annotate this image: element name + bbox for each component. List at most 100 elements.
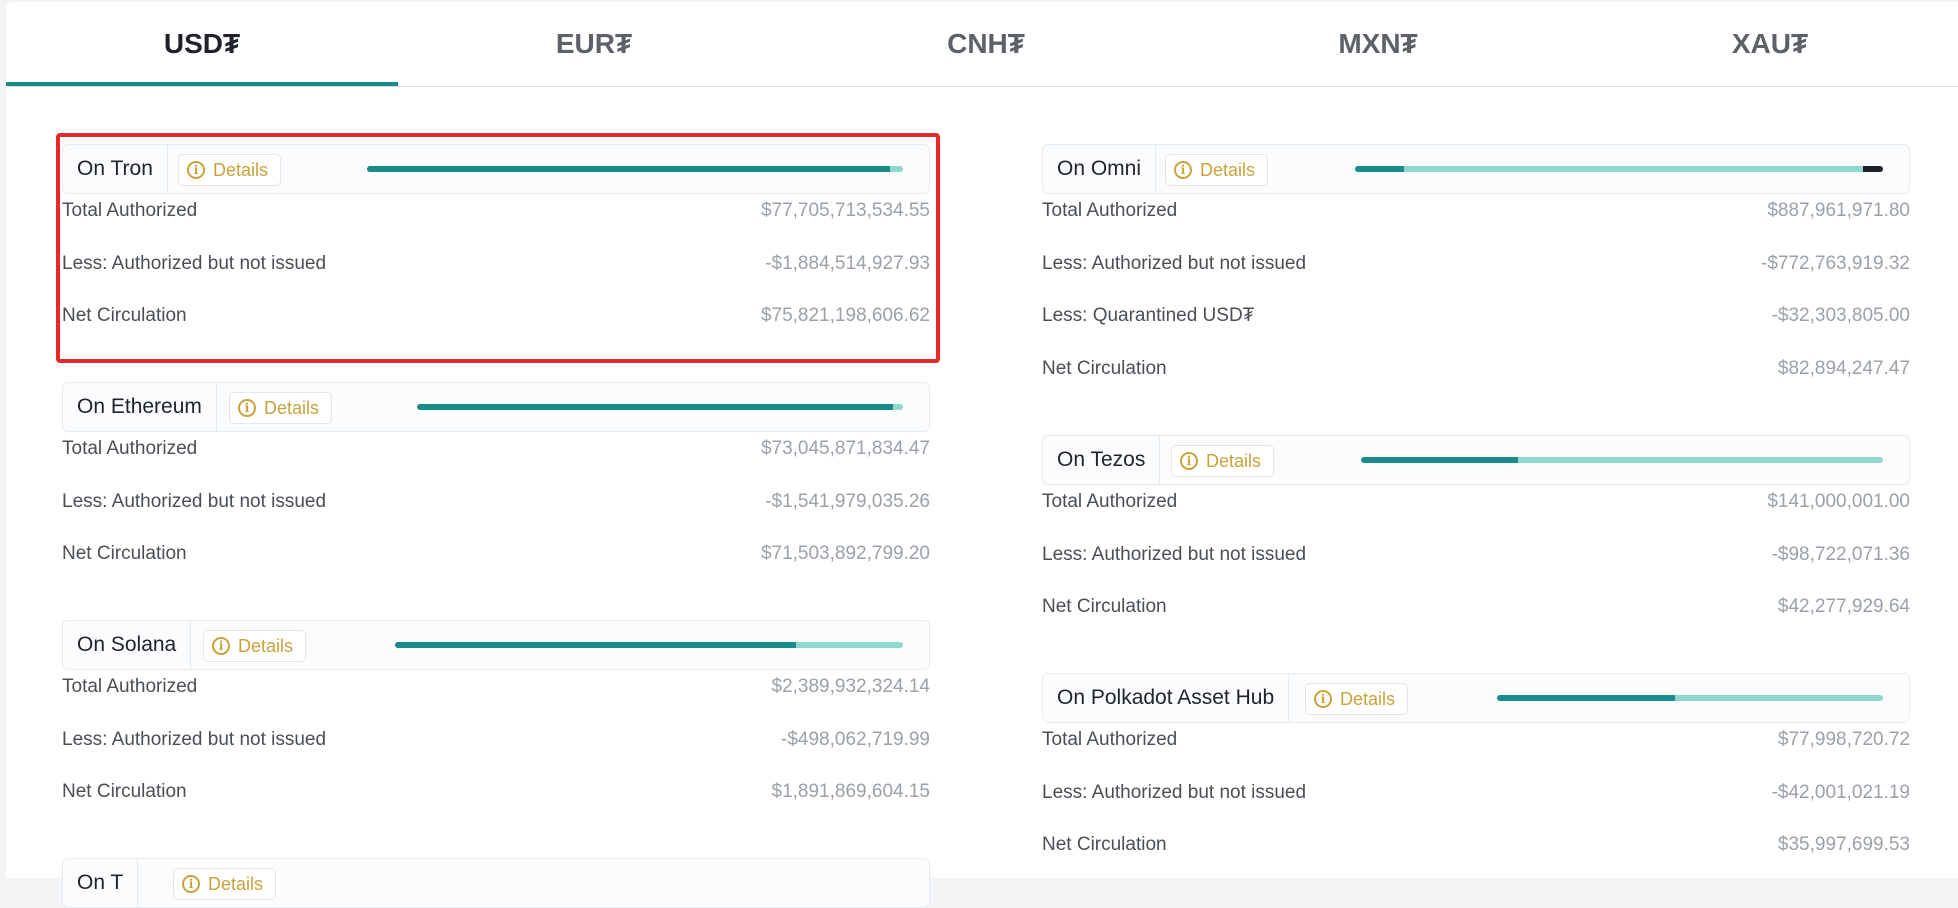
distribution-bar: [1355, 166, 1883, 172]
chain-name: On Ethereum: [63, 383, 217, 431]
chain-header: On Polkadot Asset Hub i Details: [1042, 673, 1910, 723]
amount-row: Less: Authorized but not issued -$498,062…: [62, 725, 930, 755]
unissued-segment: [796, 642, 903, 648]
amount-row: Less: Authorized but not issued -$1,541,9…: [62, 487, 930, 517]
amount-label: Less: Quarantined USD₮: [1042, 305, 1255, 326]
active-tab-indicator: [6, 82, 398, 86]
amount-value: $77,998,720.72: [1777, 729, 1910, 750]
amount-value: $71,503,892,799.20: [760, 543, 930, 564]
details-button[interactable]: i Details: [1165, 154, 1269, 186]
chain-header: On Ethereum i Details: [62, 382, 930, 432]
unissued-segment: [1404, 166, 1864, 172]
amount-label: Net Circulation: [1042, 834, 1167, 855]
details-label: Details: [264, 397, 320, 418]
amount-label: Less: Authorized but not issued: [62, 728, 327, 750]
amount-label: Net Circulation: [1042, 596, 1167, 617]
amount-label: Total Authorized: [1042, 729, 1178, 750]
amount-value: $73,045,871,834.47: [760, 438, 930, 459]
amount-label: Total Authorized: [1042, 200, 1178, 221]
amount-label: Net Circulation: [62, 781, 187, 802]
circulating-segment: [1355, 166, 1405, 172]
amount-row: Net Circulation $35,997,699.53: [1042, 830, 1910, 860]
chain-header: On Tezos i Details: [1042, 435, 1910, 485]
amount-row: Less: Quarantined USD₮ -$32,303,805.00: [1042, 301, 1910, 331]
info-icon: i: [1314, 690, 1332, 708]
amount-value: -$42,001,021.19: [1771, 781, 1910, 803]
amount-value: -$1,541,979,035.26: [765, 490, 930, 512]
amount-value: $42,277,929.64: [1777, 596, 1910, 617]
details-label: Details: [1206, 450, 1262, 471]
amount-value: -$772,763,919.32: [1761, 252, 1910, 274]
info-icon: i: [212, 637, 230, 655]
amount-value: -$498,062,719.99: [781, 728, 930, 750]
highlight-box: [56, 133, 940, 363]
info-icon: i: [238, 399, 256, 417]
amount-label: Total Authorized: [62, 676, 198, 697]
details-label: Details: [238, 635, 294, 656]
chain-name: On Polkadot Asset Hub: [1043, 674, 1290, 722]
chain-name: On Omni: [1043, 145, 1157, 193]
amount-label: Less: Authorized but not issued: [1042, 781, 1307, 803]
chain-name: On T: [63, 859, 139, 907]
info-icon: i: [1180, 452, 1198, 470]
amount-row: Total Authorized $77,998,720.72: [1042, 725, 1910, 755]
chain-name: On Tezos: [1043, 436, 1161, 484]
quarantined-segment: [1863, 166, 1883, 172]
amount-label: Less: Authorized but not issued: [1042, 543, 1307, 565]
amount-value: -$32,303,805.00: [1771, 305, 1910, 326]
amount-row: Total Authorized $2,389,932,324.14: [62, 672, 930, 702]
circulating-segment: [1361, 457, 1518, 463]
amount-value: $887,961,971.80: [1767, 200, 1910, 221]
chain-header: On Solana i Details: [62, 620, 930, 670]
unissued-segment: [1674, 695, 1883, 701]
unissued-segment: [1517, 457, 1883, 463]
distribution-bar: [417, 404, 903, 410]
chain-header: On T i Details: [62, 858, 930, 908]
amount-label: Less: Authorized but not issued: [1042, 252, 1307, 274]
amount-label: Net Circulation: [62, 543, 187, 564]
details-label: Details: [1340, 688, 1396, 709]
amount-row: Total Authorized $73,045,871,834.47: [62, 434, 930, 464]
chain-header: On Omni i Details: [1042, 144, 1910, 194]
tab-mxnt[interactable]: MXN₮: [1182, 2, 1574, 86]
tab-usdt[interactable]: USD₮: [6, 2, 398, 86]
amount-value: $1,891,869,604.15: [771, 781, 931, 802]
circulating-segment: [395, 642, 797, 648]
details-button[interactable]: i Details: [1171, 445, 1275, 477]
amount-value: $35,997,699.53: [1777, 834, 1910, 855]
amount-value: $82,894,247.47: [1777, 357, 1910, 379]
tab-cnht[interactable]: CNH₮: [790, 2, 1182, 86]
details-button[interactable]: i Details: [203, 630, 307, 662]
amount-row: Net Circulation $1,891,869,604.15: [62, 777, 930, 807]
distribution-bar: [1497, 695, 1883, 701]
details-label: Details: [1200, 159, 1256, 180]
details-button[interactable]: i Details: [229, 392, 333, 424]
amount-value: $141,000,001.00: [1767, 491, 1910, 512]
stablecoin-panel: USD₮ EUR₮ CNH₮ MXN₮ XAU₮ On Tron i Details…: [6, 2, 1958, 908]
amount-row: Net Circulation $82,894,247.47: [1042, 354, 1910, 384]
amount-row: Net Circulation $42,277,929.64: [1042, 592, 1910, 622]
details-button[interactable]: i Details: [1305, 683, 1409, 715]
amount-value: -$98,722,071.36: [1771, 543, 1910, 565]
amount-row: Less: Authorized but not issued -$98,722,…: [1042, 540, 1910, 570]
amount-row: Less: Authorized but not issued -$772,763…: [1042, 249, 1910, 279]
info-icon: i: [1174, 161, 1192, 179]
distribution-bar: [395, 642, 903, 648]
amount-row: Total Authorized $141,000,001.00: [1042, 487, 1910, 517]
currency-tabs: USD₮ EUR₮ CNH₮ MXN₮ XAU₮: [6, 2, 1958, 87]
distribution-bar: [1361, 457, 1883, 463]
tab-xaut[interactable]: XAU₮: [1574, 2, 1958, 86]
amount-row: Less: Authorized but not issued -$42,001,…: [1042, 778, 1910, 808]
details-label: Details: [208, 873, 264, 894]
unissued-segment: [892, 404, 903, 410]
amount-row: Total Authorized $887,961,971.80: [1042, 196, 1910, 226]
amount-label: Total Authorized: [1042, 491, 1178, 512]
circulating-segment: [417, 404, 893, 410]
amount-label: Net Circulation: [1042, 357, 1167, 379]
amount-label: Less: Authorized but not issued: [62, 490, 327, 512]
circulating-segment: [1497, 695, 1675, 701]
tab-eurt[interactable]: EUR₮: [398, 2, 790, 86]
amount-label: Total Authorized: [62, 438, 198, 459]
chain-name: On Solana: [63, 621, 192, 669]
details-button[interactable]: i Details: [173, 868, 277, 900]
